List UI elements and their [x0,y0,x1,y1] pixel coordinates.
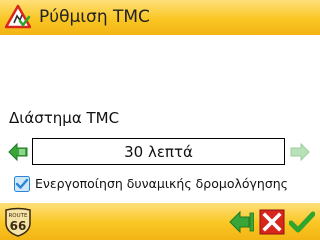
confirm-button[interactable] [289,209,315,235]
warning-route-icon [5,4,31,29]
dynamic-routing-label: Ενεργοποίηση δυναμικής δρομολόγησης [35,176,289,191]
tmc-interval-value[interactable]: 30 λεπτά [32,138,285,165]
back-button[interactable] [229,209,255,235]
tmc-interval-label: Διάστημα TMC [9,109,120,127]
page-title: Ρύθμιση TMC [39,7,150,27]
tmc-interval-value-text: 30 λεπτά [124,142,193,161]
route66-logo-number: 66 [10,219,27,233]
cancel-button[interactable] [259,209,285,235]
title-bar: Ρύθμιση TMC [0,0,320,35]
route66-logo: ROUTE 66 [4,207,32,237]
route66-shield-icon: ROUTE 66 [5,207,31,237]
dynamic-routing-checkbox[interactable] [14,176,30,192]
bottom-toolbar: ROUTE 66 [0,203,320,240]
increase-arrow-icon[interactable] [290,142,310,162]
decrease-arrow-icon[interactable] [8,142,28,162]
